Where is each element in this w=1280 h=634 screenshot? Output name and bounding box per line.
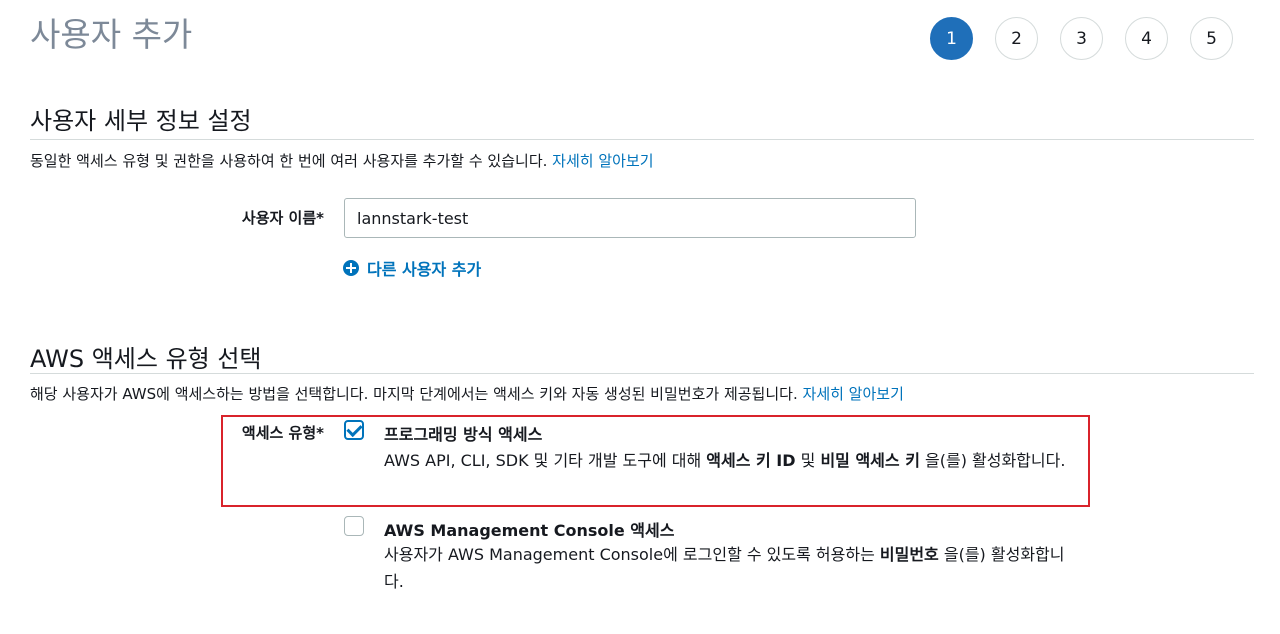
step-1[interactable]: 1 (930, 17, 973, 60)
step-2[interactable]: 2 (995, 17, 1038, 60)
username-label: 사용자 이름* (241, 209, 324, 227)
page-title: 사용자 추가 (30, 15, 193, 54)
step-3[interactable]: 3 (1060, 17, 1103, 60)
user-details-description-text: 동일한 액세스 유형 및 권한을 사용하여 한 번에 여러 사용자를 추가할 수… (30, 152, 548, 170)
console-access-title: AWS Management Console 액세스 (384, 521, 675, 540)
learn-more-link[interactable]: 자세히 알아보기 (552, 152, 653, 170)
desc-bold: 비밀번호 (879, 545, 939, 564)
section-divider (30, 373, 1254, 374)
access-type-heading: AWS 액세스 유형 선택 (30, 345, 262, 373)
learn-more-link[interactable]: 자세히 알아보기 (803, 385, 904, 403)
access-type-description: 해당 사용자가 AWS에 액세스하는 방법을 선택합니다. 마지막 단계에서는 … (30, 383, 904, 404)
add-another-user-button[interactable]: 다른 사용자 추가 (343, 256, 481, 280)
user-details-description: 동일한 액세스 유형 및 권한을 사용하여 한 번에 여러 사용자를 추가할 수… (30, 150, 654, 171)
plus-circle-icon (343, 260, 359, 276)
console-access-checkbox[interactable] (344, 516, 364, 536)
access-type-label: 액세스 유형* (241, 424, 324, 442)
username-input[interactable] (344, 198, 916, 238)
wizard-steps: 1 2 3 4 5 (930, 17, 1233, 60)
checkmark-icon (346, 420, 363, 438)
desc-bold: 비밀 액세스 키 (820, 451, 920, 470)
user-details-heading: 사용자 세부 정보 설정 (30, 107, 252, 135)
desc-text: AWS API, CLI, SDK 및 기타 개발 도구에 대해 (384, 451, 707, 470)
programmatic-access-title: 프로그래밍 방식 액세스 (384, 425, 543, 444)
step-4[interactable]: 4 (1125, 17, 1168, 60)
step-5[interactable]: 5 (1190, 17, 1233, 60)
desc-text: 및 (795, 451, 821, 470)
access-type-description-text: 해당 사용자가 AWS에 액세스하는 방법을 선택합니다. 마지막 단계에서는 … (30, 385, 798, 403)
console-access-description: 사용자가 AWS Management Console에 로그인할 수 있도록 … (384, 541, 1074, 595)
programmatic-access-description: AWS API, CLI, SDK 및 기타 개발 도구에 대해 액세스 키 I… (384, 447, 1074, 474)
section-divider (30, 139, 1254, 140)
desc-text: 을(를) 활성화합니다. (919, 451, 1066, 470)
add-another-user-label: 다른 사용자 추가 (367, 260, 482, 279)
programmatic-access-checkbox[interactable] (344, 420, 364, 440)
desc-text: 사용자가 AWS Management Console에 로그인할 수 있도록 … (384, 545, 880, 564)
desc-bold: 액세스 키 ID (706, 451, 796, 470)
